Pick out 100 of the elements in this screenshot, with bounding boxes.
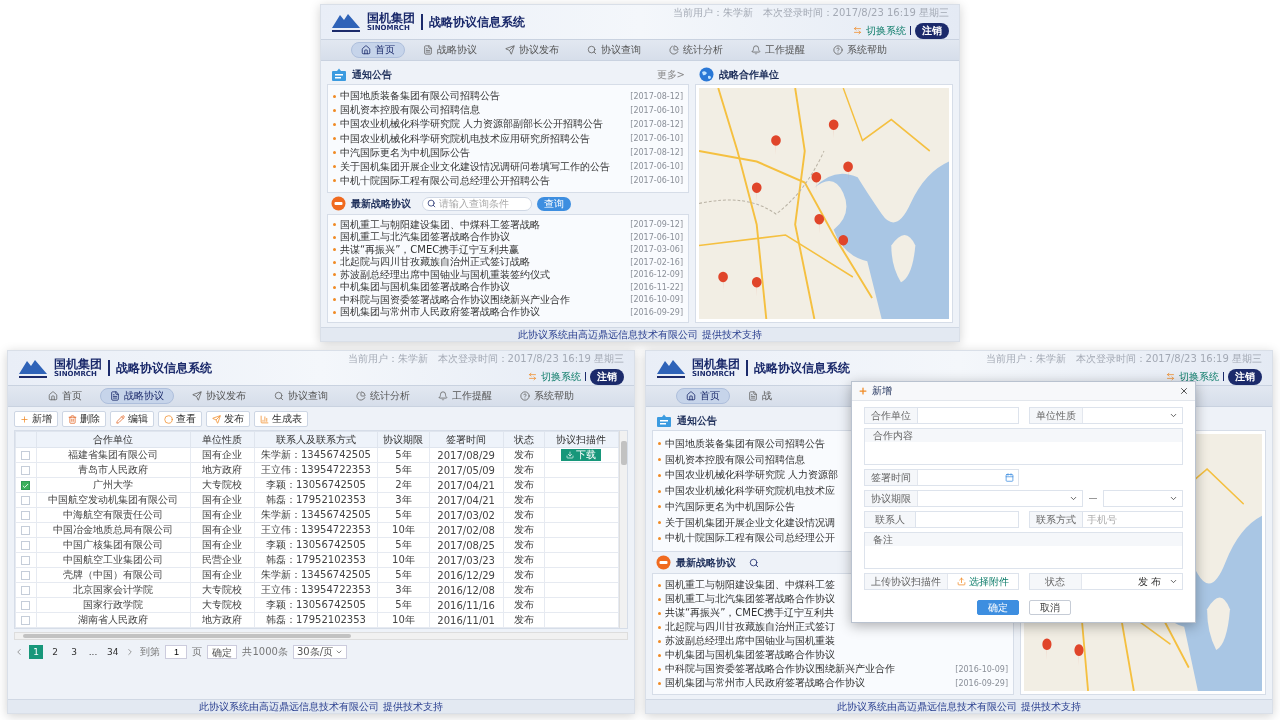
page-button[interactable]: 2 xyxy=(48,645,62,659)
nav-tab[interactable]: 协议查询 xyxy=(577,42,651,58)
page-button[interactable]: 34 xyxy=(105,645,121,659)
list-link[interactable]: 关于国机集团开展企业文化建设情况调 xyxy=(665,515,835,530)
nav-tab[interactable]: 协议发布 xyxy=(182,388,256,404)
input-field[interactable] xyxy=(918,407,1019,424)
list-link[interactable]: 共谋“再振兴”，CMEC携手辽宁互利共 xyxy=(665,606,835,620)
list-link[interactable]: 国机重工与朝阳建设集团、中煤科工签署战略 xyxy=(340,217,540,232)
nav-tab[interactable]: 系统帮助 xyxy=(823,42,897,58)
search-field[interactable]: 请输入查询条件 xyxy=(422,196,532,211)
list-link[interactable]: 国机重工与朝阳建设集团、中煤科工签 xyxy=(665,578,835,592)
list-link[interactable]: 国机资本控股有限公司招聘信息 xyxy=(665,452,805,467)
toolbar-button[interactable]: 编辑 xyxy=(110,411,154,427)
row-checkbox[interactable] xyxy=(21,466,31,475)
list-link[interactable]: 国机资本控股有限公司招聘信息 xyxy=(340,103,480,118)
row-checkbox[interactable] xyxy=(21,586,31,595)
calendar-icon[interactable] xyxy=(1004,473,1014,482)
logout-button[interactable]: 注销 xyxy=(915,22,949,39)
toolbar-button[interactable]: 发布 xyxy=(206,411,250,427)
row-checkbox[interactable] xyxy=(21,556,31,565)
goto-button[interactable]: 确定 xyxy=(207,645,238,659)
list-link[interactable]: 共谋“再振兴”，CMEC携手辽宁互利共赢 xyxy=(340,242,520,257)
nav-tab[interactable]: 工作提醒 xyxy=(741,42,815,58)
row-checkbox[interactable] xyxy=(21,526,31,535)
select-field[interactable]: 单位性质 xyxy=(1028,407,1183,424)
list-link[interactable]: 中国农业机械化科学研究院 人力资源部 xyxy=(665,468,839,483)
nav-tab[interactable]: 战 xyxy=(738,388,782,404)
system-title: 战略协议信息系统 xyxy=(429,13,525,31)
textarea-field[interactable]: 合作内容 xyxy=(864,428,1183,465)
list-link[interactable]: 中国农业机械化科学研究院机电技术应用研究所招聘公告 xyxy=(340,131,590,146)
list-link[interactable]: 北起院与四川甘孜藏族自治州正式签订战略 xyxy=(340,255,530,270)
nav-tab[interactable]: 协议发布 xyxy=(495,42,569,58)
nav-tab[interactable]: 首页 xyxy=(676,388,730,404)
toolbar-button[interactable]: 生成表 xyxy=(254,411,308,427)
search-icon xyxy=(749,557,759,568)
dialog-title: 新增 xyxy=(872,384,892,398)
nav-tab[interactable]: 协议查询 xyxy=(264,388,338,404)
list-link[interactable]: 国机集团与常州市人民政府签署战略合作协议 xyxy=(340,305,540,320)
date-field[interactable]: 签署时间 xyxy=(864,469,1019,486)
page-button[interactable]: 1 xyxy=(29,645,43,659)
list-link[interactable]: 中汽国际更名为中机国际公告 xyxy=(340,145,470,160)
list-link[interactable]: 中机集团与国机集团签署战略合作协议 xyxy=(665,648,835,662)
current-user: 当前用户：朱学新 xyxy=(672,5,753,20)
download-button[interactable]: 下载 xyxy=(561,449,602,461)
select-field[interactable]: 状态 发 布 xyxy=(1028,573,1183,590)
select-field[interactable]: 协议期限 xyxy=(864,490,1083,507)
row-checkbox[interactable] xyxy=(21,541,31,550)
nav-tab[interactable]: 战略协议 xyxy=(413,42,487,58)
nav-tab[interactable]: 战略协议 xyxy=(100,388,174,404)
logout-button[interactable]: 注销 xyxy=(1228,368,1262,385)
nav-tab[interactable]: 统计分析 xyxy=(346,388,420,404)
list-link[interactable]: 中国地质装备集团有限公司招聘公告 xyxy=(340,89,500,104)
row-checkbox[interactable] xyxy=(21,511,31,520)
row-checkbox[interactable] xyxy=(21,496,31,505)
scrollbar[interactable] xyxy=(14,632,628,640)
list-link[interactable]: 中国农业机械化科学研究院机电技术应 xyxy=(665,484,835,498)
select-field[interactable] xyxy=(1103,490,1183,507)
list-link[interactable]: 中国地质装备集团有限公司招聘公告 xyxy=(665,436,825,451)
toolbar-button[interactable]: 新增 xyxy=(14,411,58,427)
toolbar-button[interactable]: 删除 xyxy=(62,411,106,427)
nav-tab[interactable]: 首页 xyxy=(351,42,405,58)
row-checkbox[interactable] xyxy=(21,481,31,490)
input-field[interactable] xyxy=(916,511,1019,528)
nav-tab[interactable]: 统计分析 xyxy=(659,42,733,58)
nav-tab[interactable]: 系统帮助 xyxy=(510,388,584,404)
row-checkbox[interactable] xyxy=(21,451,31,460)
list-link[interactable]: 苏波副总经理出席中国铀业与国机重装 xyxy=(665,634,835,648)
previous-page-icon[interactable] xyxy=(14,647,24,657)
scrollbar[interactable] xyxy=(619,431,627,628)
row-checkbox[interactable] xyxy=(21,616,31,625)
close-icon[interactable] xyxy=(1179,386,1189,396)
input-field[interactable]: 手机号 xyxy=(1082,511,1183,528)
page-button[interactable]: 3 xyxy=(67,645,81,659)
page-button[interactable]: ... xyxy=(86,645,100,659)
switch-system-link[interactable]: 切换系统 xyxy=(1179,369,1219,384)
list-link[interactable]: 中机集团与国机集团签署战略合作协议 xyxy=(340,280,510,295)
toolbar-button[interactable]: 查看 xyxy=(158,411,202,427)
list-link[interactable]: 中国农业机械化科学研究院 人力资源部副部长公开招聘公告 xyxy=(340,117,604,132)
nav-tab[interactable]: 工作提醒 xyxy=(428,388,502,404)
list-link[interactable]: 国机集团与常州市人民政府签署战略合作协议 xyxy=(665,676,865,690)
switch-system-link[interactable]: 切换系统 xyxy=(866,23,906,38)
list-link[interactable]: 北起院与四川甘孜藏族自治州正式签订 xyxy=(665,620,835,634)
list-link[interactable]: 中机十院国际工程有限公司总经理公开招聘公告 xyxy=(340,173,550,188)
list-link[interactable]: 中科院与国资委签署战略合作协议围绕新兴产业合作 xyxy=(340,292,570,307)
list-link[interactable]: 关于国机集团开展企业文化建设情况调研问卷填写工作的公告 xyxy=(340,159,610,174)
list-link[interactable]: 中机十院国际工程有限公司总经理公开 xyxy=(665,531,835,546)
list-link[interactable]: 国机重工与北汽集团签署战略合作协议 xyxy=(340,230,510,245)
row-checkbox[interactable] xyxy=(21,571,31,580)
list-link[interactable]: 中汽国际更名为中机国际公告 xyxy=(665,499,795,514)
list-link[interactable]: 苏波副总经理出席中国铀业与国机重装签约仪式 xyxy=(340,267,550,282)
cancel-button[interactable]: 取消 xyxy=(1028,600,1071,615)
row-checkbox[interactable] xyxy=(21,601,31,610)
textarea-field[interactable]: 备注 xyxy=(864,532,1183,569)
nav-tab[interactable]: 首页 xyxy=(38,388,92,404)
page-input[interactable]: 1 xyxy=(165,645,188,659)
list-link[interactable]: 中科院与国资委签署战略合作协议围绕新兴产业合作 xyxy=(665,662,895,676)
list-link[interactable]: 国机重工与北汽集团签署战略合作协议 xyxy=(665,592,835,606)
switch-system-link[interactable]: 切换系统 xyxy=(541,369,581,384)
page-size-select[interactable]: 30条/页 xyxy=(292,645,347,659)
logout-button[interactable]: 注销 xyxy=(590,368,624,385)
